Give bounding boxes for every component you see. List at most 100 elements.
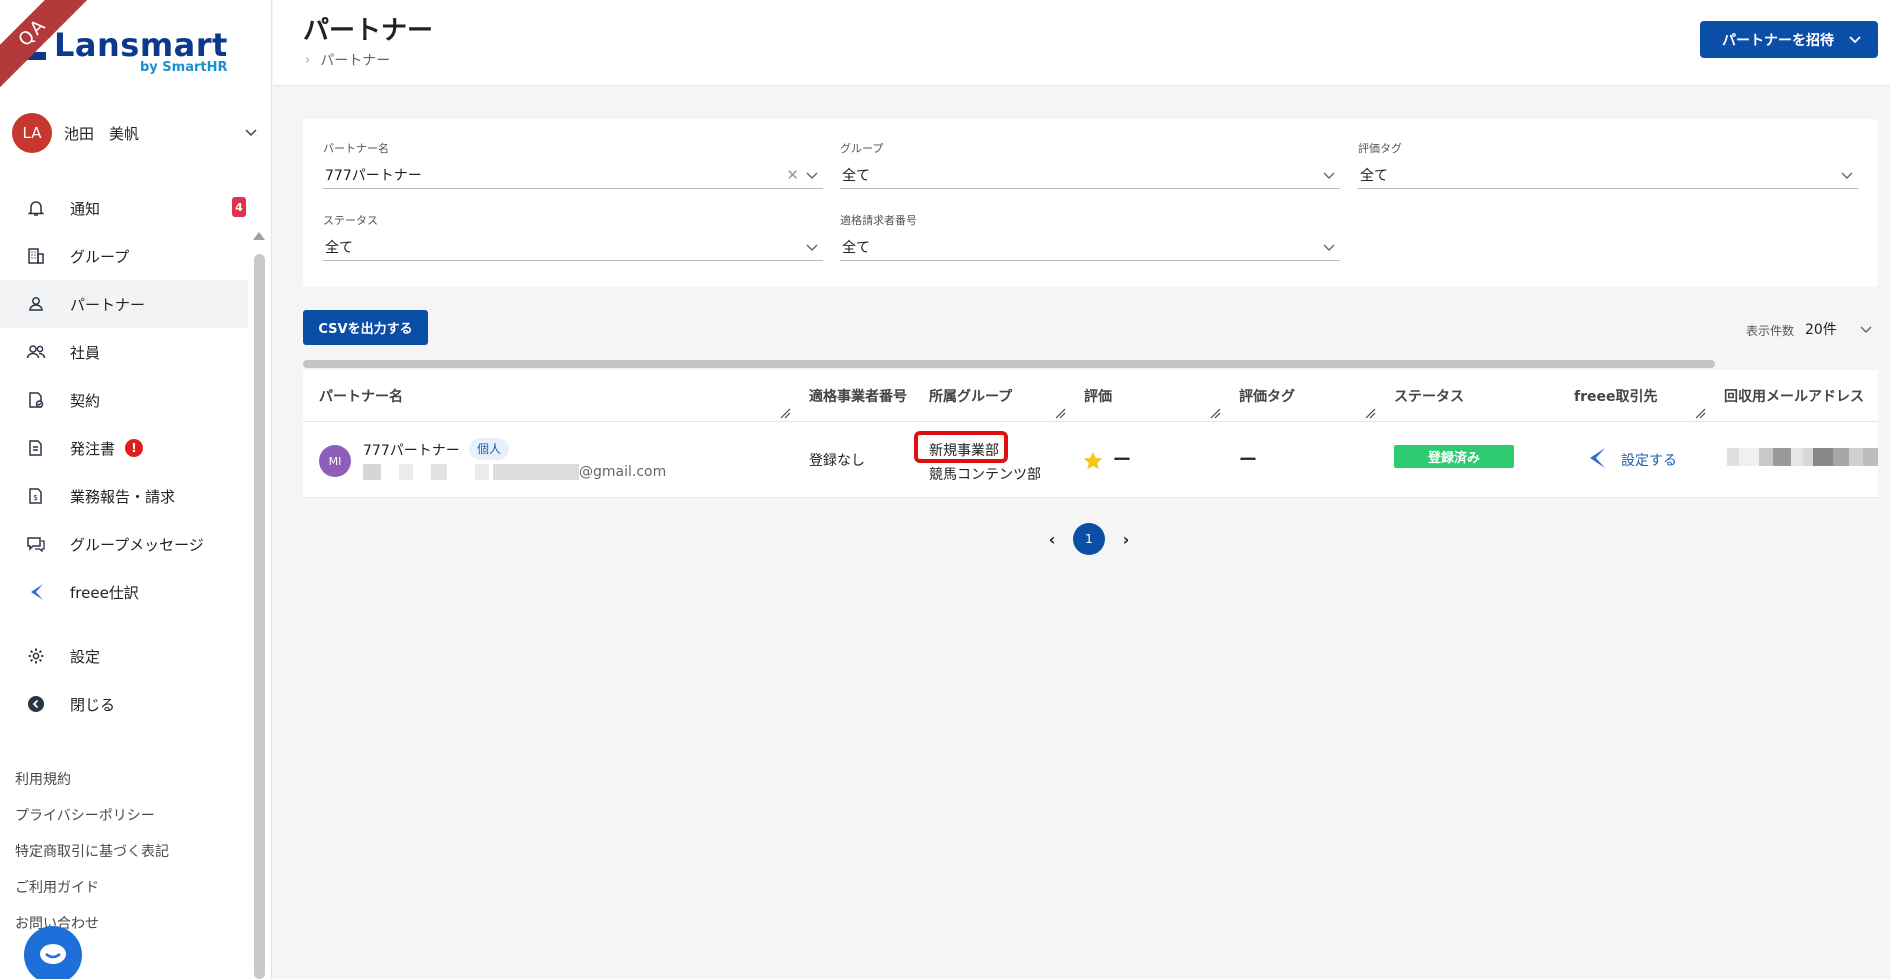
sidebar-item-group-messages[interactable]: グループメッセージ [0, 520, 248, 568]
sidebar-item-label: 通知 [70, 199, 101, 218]
eval-tag-select[interactable]: 全て [1358, 161, 1858, 189]
page-1-button[interactable]: 1 [1073, 523, 1105, 555]
column-header-qualified-number[interactable]: 適格事業者番号 [809, 386, 907, 406]
column-header-collection-email[interactable]: 回収用メールアドレス [1724, 386, 1864, 406]
breadcrumb-chevron-icon: › [305, 52, 311, 68]
people-icon [26, 342, 46, 362]
status-select[interactable]: 全て [323, 233, 823, 261]
column-resize-icon[interactable] [1054, 407, 1066, 419]
freee-icon [1590, 448, 1605, 468]
sidebar-nav: 通知 4 グループ パートナー 社員 契約 発注書 ! $ 業務報告・請求 グル… [0, 184, 248, 728]
column-resize-icon[interactable] [1209, 407, 1221, 419]
partner-email: @gmail.com [363, 464, 666, 480]
column-header-group[interactable]: 所属グループ [929, 386, 1012, 406]
user-avatar: LA [12, 113, 52, 153]
logo-text: Lansmart [54, 26, 228, 64]
chat-icon [26, 534, 46, 554]
prev-page-button[interactable]: ‹ [1044, 530, 1060, 549]
commerce-law-link[interactable]: 特定商取引に基づく表記 [15, 834, 169, 870]
field-label: パートナー名 [323, 142, 389, 155]
user-menu[interactable]: LA 池田 美帆 [12, 112, 258, 154]
column-header-rating[interactable]: 評価 [1084, 386, 1112, 406]
column-header-eval-tag[interactable]: 評価タグ [1239, 386, 1295, 406]
next-page-button[interactable]: › [1118, 530, 1134, 549]
close-circle-icon [26, 694, 46, 714]
clear-icon[interactable]: ✕ [786, 166, 799, 184]
partner-name-link[interactable]: 777パートナー [363, 440, 460, 460]
column-resize-icon[interactable] [779, 407, 791, 419]
footer-links: 利用規約 プライバシーポリシー 特定商取引に基づく表記 ご利用ガイド お問い合わ… [15, 762, 169, 942]
alert-icon: ! [125, 439, 144, 457]
sidebar-item-freee[interactable]: freee仕訳 [0, 568, 248, 616]
chevron-down-icon [1323, 172, 1335, 179]
sidebar-scroll-thumb[interactable] [254, 254, 265, 979]
chevron-down-icon [1323, 244, 1335, 251]
chevron-down-icon [245, 129, 257, 137]
sidebar-item-purchase-orders[interactable]: 発注書 ! [0, 424, 248, 472]
sidebar-item-label: 業務報告・請求 [70, 487, 176, 506]
sidebar-item-contracts[interactable]: 契約 [0, 376, 248, 424]
chevron-down-icon [1860, 326, 1872, 333]
group-name-2: 競馬コンテンツ部 [929, 467, 1041, 483]
scroll-up-arrow-icon[interactable] [253, 232, 265, 240]
building-icon [26, 246, 46, 266]
sidebar-item-groups[interactable]: グループ [0, 232, 248, 280]
partner-name-combobox[interactable]: 777パートナー ✕ [323, 161, 823, 189]
eval-tag-filter: 評価タグ 全て [1358, 141, 1858, 189]
chevron-down-icon [1849, 35, 1861, 43]
per-page-select[interactable]: 20件 [1805, 315, 1879, 343]
partner-table: パートナー名 適格事業者番号 所属グループ 評価 評価タグ ステータス free… [303, 370, 1878, 498]
redacted-block [363, 464, 381, 480]
sidebar-item-label: グループメッセージ [70, 535, 204, 554]
column-header-status[interactable]: ステータス [1394, 386, 1464, 406]
rating-value: ー [1113, 450, 1131, 471]
group-filter: グループ 全て [840, 141, 1340, 189]
status-filter: ステータス 全て [323, 213, 823, 261]
invite-partner-button[interactable]: パートナーを招待 [1700, 21, 1878, 58]
group-select[interactable]: 全て [840, 161, 1340, 189]
invoice-number-filter: 適格請求者番号 全て [840, 213, 1340, 261]
sidebar-item-partners[interactable]: パートナー [0, 280, 248, 328]
field-value: 全て [325, 239, 353, 256]
person-icon [26, 294, 46, 314]
chat-support-button[interactable] [24, 926, 82, 979]
csv-export-button[interactable]: CSVを出力する [303, 310, 428, 345]
field-value: 全て [842, 167, 870, 184]
sidebar-item-label: 契約 [70, 391, 101, 410]
breadcrumb-item[interactable]: パートナー [320, 50, 390, 70]
sidebar-item-reports-invoices[interactable]: $ 業務報告・請求 [0, 472, 248, 520]
document-icon [26, 438, 46, 458]
partner-avatar: MI [319, 445, 351, 477]
pagination: ‹ 1 › [1044, 523, 1134, 555]
terms-link[interactable]: 利用規約 [15, 762, 169, 798]
sidebar-item-employees[interactable]: 社員 [0, 328, 248, 376]
field-label: 適格請求者番号 [840, 214, 917, 227]
chevron-down-icon [1841, 172, 1853, 179]
guide-link[interactable]: ご利用ガイド [15, 870, 169, 906]
column-header-freee[interactable]: freee取引先 [1574, 386, 1657, 406]
invoice-icon: $ [26, 486, 46, 506]
sidebar-item-settings[interactable]: 設定 [0, 632, 248, 680]
status-badge: 登録済み [1394, 445, 1514, 468]
chevron-down-icon[interactable] [805, 168, 819, 182]
sidebar-item-close[interactable]: 閉じる [0, 680, 248, 728]
column-resize-icon[interactable] [1694, 407, 1706, 419]
freee-setup-link[interactable]: 設定する [1621, 450, 1677, 470]
field-value: 全て [842, 239, 870, 256]
invoice-number-select[interactable]: 全て [840, 233, 1340, 261]
sidebar-item-label: 発注書 [70, 439, 116, 458]
sidebar-item-notifications[interactable]: 通知 4 [0, 184, 248, 232]
column-header-partner-name[interactable]: パートナー名 [319, 386, 403, 406]
qualified-number-cell: 登録なし [809, 453, 865, 469]
table-horizontal-scrollbar[interactable] [303, 360, 1715, 368]
page-title: パートナー [303, 16, 434, 46]
table-header: パートナー名 適格事業者番号 所属グループ 評価 評価タグ ステータス free… [303, 370, 1878, 422]
field-label: ステータス [323, 214, 378, 227]
chat-bubble-icon [40, 944, 66, 964]
table-row[interactable]: MI 777パートナー 個人 @gmail.com 登録なし 新規事業部 競馬コ… [303, 422, 1878, 498]
freee-icon [26, 582, 46, 602]
column-resize-icon[interactable] [1364, 407, 1376, 419]
svg-text:$: $ [33, 493, 38, 502]
sidebar-scrollbar[interactable] [252, 230, 266, 979]
privacy-link[interactable]: プライバシーポリシー [15, 798, 169, 834]
